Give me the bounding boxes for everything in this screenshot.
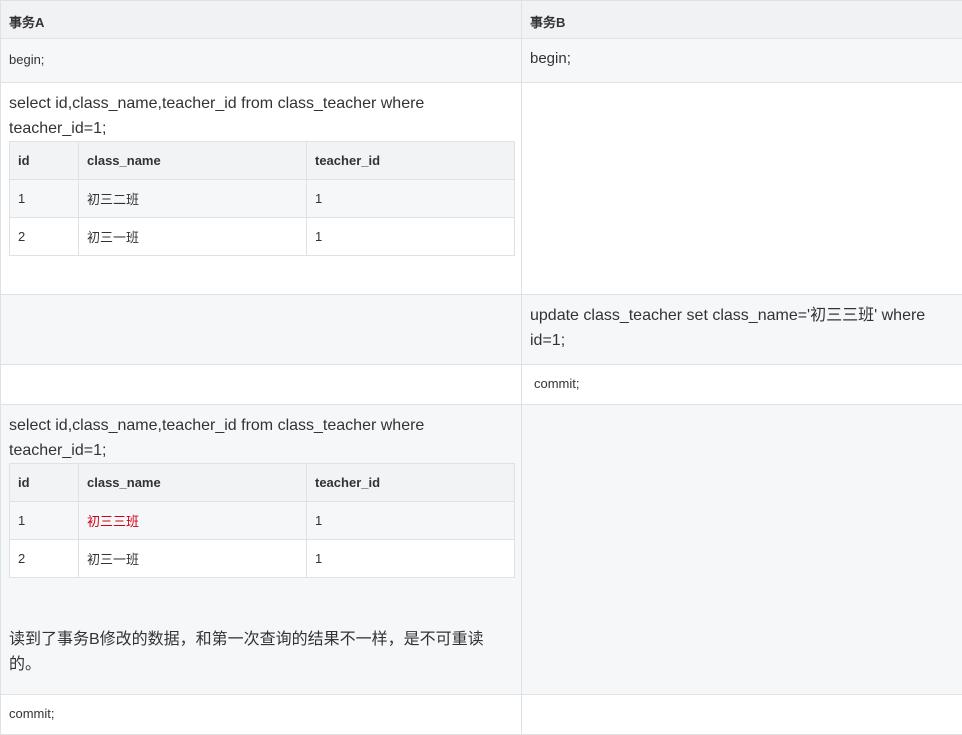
first-select-line1: select id,class_name,teacher_id from cla…: [9, 91, 513, 116]
first-select-row: select id,class_name,teacher_id from cla…: [1, 83, 962, 295]
cell-id: 1: [10, 502, 79, 540]
cell-id: 1: [10, 180, 79, 218]
commit-a-text: commit;: [1, 695, 521, 721]
empty-b-cell: [522, 405, 962, 695]
transaction-table: 事务A 事务B begin; begin; select id,class_na…: [0, 0, 962, 735]
commit-a-row: commit;: [1, 695, 962, 735]
begin-b-text: begin;: [522, 39, 962, 67]
first-select-query: select id,class_name,teacher_id from cla…: [1, 83, 521, 141]
second-result-header: id class_name teacher_id: [10, 464, 515, 502]
commit-b-cell: commit;: [522, 365, 962, 405]
cell-class-name: 初三一班: [79, 540, 307, 578]
begin-b-cell: begin;: [522, 39, 962, 83]
commit-b-text: commit;: [522, 365, 962, 391]
commit-b-row: commit;: [1, 365, 962, 405]
update-cell: update class_teacher set class_name='初三三…: [522, 295, 962, 365]
header-transaction-a: 事务A: [1, 1, 522, 39]
update-statement: update class_teacher set class_name='初三三…: [522, 295, 962, 353]
header-transaction-b: 事务B: [522, 1, 962, 39]
col-header-class-name: class_name: [79, 142, 307, 180]
cell-class-name-changed: 初三三班: [79, 502, 307, 540]
cell-class-name: 初三二班: [79, 180, 307, 218]
first-result-table: id class_name teacher_id 1 初三二班 1 2 初三一班…: [9, 141, 515, 256]
cell-id: 2: [10, 540, 79, 578]
begin-row: begin; begin;: [1, 39, 962, 83]
second-select-line2: teacher_id=1;: [9, 438, 513, 463]
second-result-table: id class_name teacher_id 1 初三三班 1 2 初三一班…: [9, 463, 515, 578]
cell-id: 2: [10, 218, 79, 256]
cell-teacher-id: 1: [307, 502, 515, 540]
table-row: 2 初三一班 1: [10, 540, 515, 578]
begin-a-text: begin;: [1, 39, 521, 67]
commit-a-cell: commit;: [1, 695, 522, 735]
note-line2: 的。: [9, 652, 513, 677]
empty-b-cell: [522, 695, 962, 735]
first-select-line2: teacher_id=1;: [9, 116, 513, 141]
empty-a-cell: [1, 295, 522, 365]
explanation-note: 读到了事务B修改的数据，和第一次查询的结果不一样，是不可重读 的。: [1, 578, 521, 677]
table-row: 1 初三三班 1: [10, 502, 515, 540]
cell-teacher-id: 1: [307, 218, 515, 256]
note-line1: 读到了事务B修改的数据，和第一次查询的结果不一样，是不可重读: [9, 627, 513, 652]
col-header-id: id: [10, 142, 79, 180]
table-row: 2 初三一班 1: [10, 218, 515, 256]
second-select-row: select id,class_name,teacher_id from cla…: [1, 405, 962, 695]
cell-class-name: 初三一班: [79, 218, 307, 256]
col-header-class-name: class_name: [79, 464, 307, 502]
update-line1: update class_teacher set class_name='初三三…: [530, 303, 954, 328]
first-result-header: id class_name teacher_id: [10, 142, 515, 180]
second-select-line1: select id,class_name,teacher_id from cla…: [9, 413, 513, 438]
cell-teacher-id: 1: [307, 540, 515, 578]
first-select-cell: select id,class_name,teacher_id from cla…: [1, 83, 522, 295]
col-header-teacher-id: teacher_id: [307, 142, 515, 180]
begin-a-cell: begin;: [1, 39, 522, 83]
empty-b-cell: [522, 83, 962, 295]
col-header-teacher-id: teacher_id: [307, 464, 515, 502]
cell-teacher-id: 1: [307, 180, 515, 218]
empty-a-cell: [1, 365, 522, 405]
second-select-query: select id,class_name,teacher_id from cla…: [1, 405, 521, 463]
col-header-id: id: [10, 464, 79, 502]
second-select-cell: select id,class_name,teacher_id from cla…: [1, 405, 522, 695]
table-row: 1 初三二班 1: [10, 180, 515, 218]
update-row: update class_teacher set class_name='初三三…: [1, 295, 962, 365]
update-line2: id=1;: [530, 328, 954, 353]
header-row: 事务A 事务B: [1, 1, 962, 39]
